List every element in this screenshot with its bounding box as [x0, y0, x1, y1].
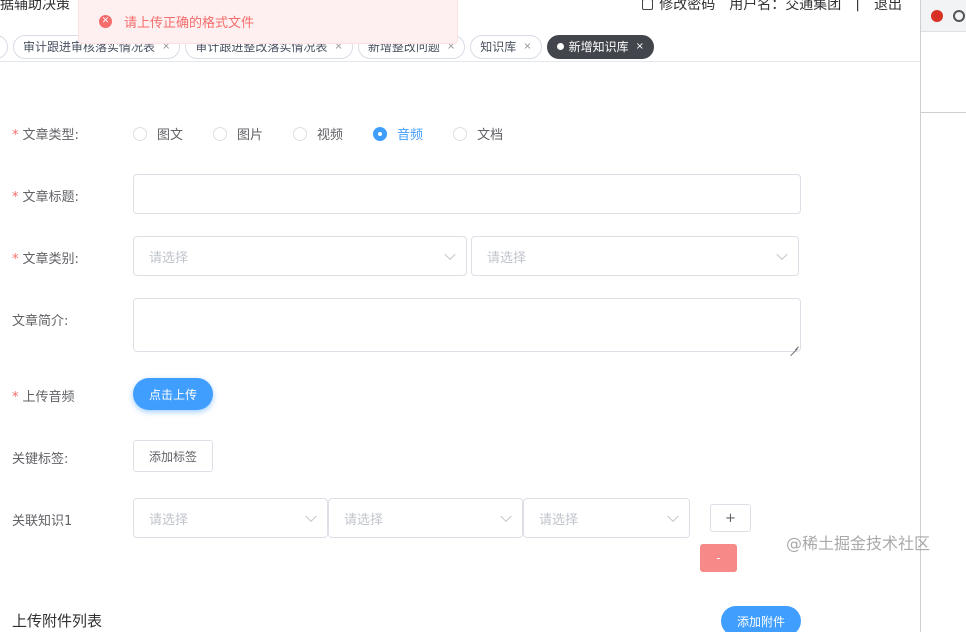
watermark: @稀土掘金技术社区	[786, 534, 931, 553]
header-user-area: 修改密码 用户名：交通集团 | 退出	[642, 0, 902, 14]
article-category-label: * 文章类别:	[12, 252, 79, 267]
select-placeholder: 请选择	[487, 250, 527, 266]
tab-label: 知识库	[480, 40, 517, 54]
click-upload-button[interactable]: 点击上传	[133, 378, 213, 410]
required-mark: *	[12, 390, 19, 405]
tab-label: 新增知识库	[568, 40, 629, 54]
logout-link[interactable]: 退出	[874, 0, 902, 14]
username-label: 用户名：交通集团	[729, 0, 842, 13]
related-select-2[interactable]: 请选择	[328, 498, 523, 538]
article-type-radio-group: 图文 图片 视频 音频 文档	[133, 124, 533, 143]
article-summary-label: 文章简介:	[12, 314, 69, 329]
lock-icon	[642, 0, 654, 10]
radio-image[interactable]: 图片	[213, 124, 263, 143]
select-placeholder: 请选择	[149, 250, 189, 266]
attachments-section-title: 上传附件列表	[12, 612, 103, 630]
radio-circle-icon	[293, 126, 308, 141]
required-mark: *	[12, 128, 19, 143]
select-placeholder: 请选择	[539, 512, 579, 528]
change-password-link[interactable]: 修改密码	[659, 0, 715, 14]
article-title-input[interactable]	[133, 174, 801, 214]
clear-icon[interactable]	[953, 9, 965, 22]
app-title: 据辅助决策	[0, 0, 70, 13]
chevron-down-icon	[667, 510, 679, 523]
error-circle-icon: ✕	[99, 15, 112, 28]
required-mark: *	[12, 190, 19, 205]
devtools-toolbar	[921, 0, 966, 32]
chevron-down-icon	[305, 510, 317, 523]
select-placeholder: 请选择	[344, 512, 384, 528]
article-summary-textarea[interactable]	[133, 298, 801, 352]
article-type-label: * 文章类型:	[12, 128, 79, 143]
resize-grip-icon[interactable]	[790, 341, 798, 349]
tab-partial[interactable]	[0, 34, 8, 59]
radio-circle-icon	[133, 126, 147, 141]
remove-related-button[interactable]: -	[700, 544, 737, 572]
radio-checked-icon	[373, 126, 388, 141]
upload-audio-label: * 上传音频	[12, 390, 75, 405]
radio-document[interactable]: 文档	[453, 124, 503, 143]
radio-audio[interactable]: 音频	[373, 124, 423, 143]
chevron-down-icon	[500, 510, 512, 523]
required-mark: *	[12, 252, 19, 267]
close-icon[interactable]: ×	[636, 41, 644, 52]
chevron-down-icon	[444, 248, 456, 261]
related-knowledge-label: 关联知识1	[12, 514, 73, 529]
tab-knowledge-base[interactable]: 知识库 ×	[470, 34, 542, 59]
category-select-2[interactable]: 请选择	[471, 236, 799, 276]
devtools-divider	[921, 112, 966, 113]
radio-video[interactable]: 视频	[293, 124, 343, 143]
error-toast: ✕ 请上传正确的格式文件	[78, 0, 458, 44]
close-icon[interactable]: ×	[523, 41, 531, 52]
app-root: 据辅助决策 修改密码 用户名：交通集团 | 退出 ✕ 请上传正确的格式文件 审计…	[0, 0, 966, 632]
chevron-down-icon	[776, 248, 788, 261]
header-divider: |	[855, 0, 860, 12]
radio-circle-icon	[213, 126, 228, 141]
keyword-tags-label: 关键标签:	[12, 452, 69, 467]
article-title-label: * 文章标题:	[12, 190, 79, 205]
category-select-1[interactable]: 请选择	[133, 236, 467, 276]
knowledge-form: * 文章类型: 图文 图片 视频 音频 文档 * 文章标题: * 文章类别: 请…	[0, 62, 920, 632]
add-related-button[interactable]: +	[710, 504, 751, 532]
toast-message: 请上传正确的格式文件	[124, 16, 255, 31]
active-dot-icon	[556, 43, 564, 50]
radio-circle-icon	[453, 126, 468, 141]
add-attachment-button[interactable]: 添加附件	[721, 606, 801, 632]
radio-image-text[interactable]: 图文	[133, 124, 183, 143]
select-placeholder: 请选择	[149, 512, 189, 528]
related-select-1[interactable]: 请选择	[133, 498, 328, 538]
record-icon[interactable]	[931, 9, 943, 22]
related-select-3[interactable]: 请选择	[523, 498, 690, 538]
tab-new-knowledge-base[interactable]: 新增知识库 ×	[546, 34, 655, 59]
add-tag-button[interactable]: 添加标签	[133, 440, 213, 472]
